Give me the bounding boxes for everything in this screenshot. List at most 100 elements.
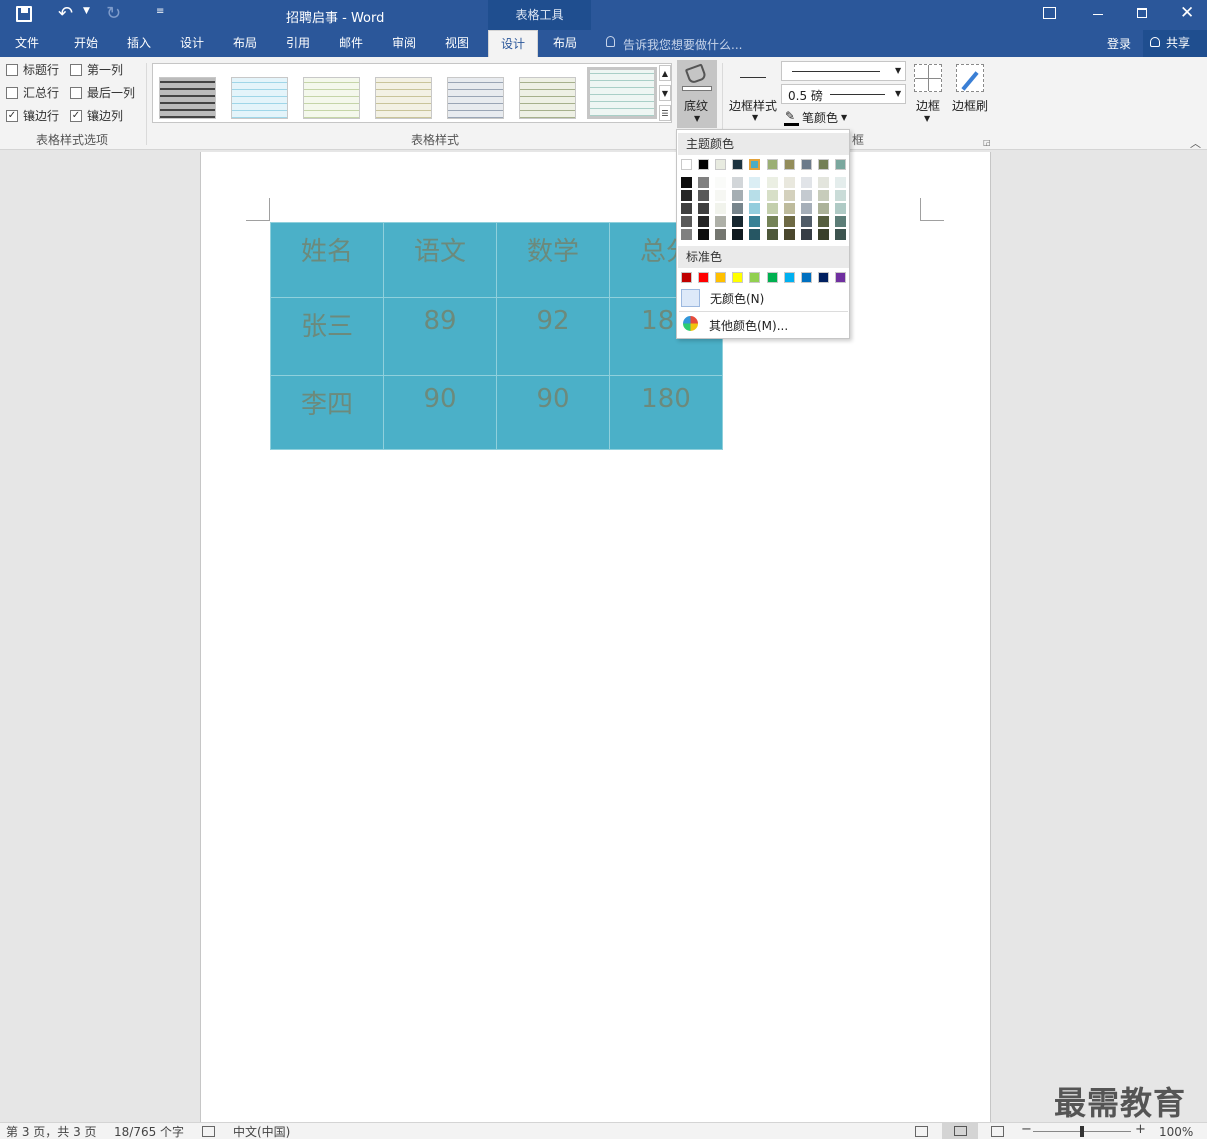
banded-rows-checkbox[interactable]: ✓ 镶边行: [6, 108, 66, 124]
undo-icon[interactable]: ↶: [58, 3, 73, 24]
standard-color-swatch[interactable]: [800, 272, 812, 283]
gallery-scroll-up-icon[interactable]: ▲: [659, 65, 671, 81]
print-layout-icon[interactable]: [942, 1123, 978, 1139]
theme-color-tint[interactable]: [681, 190, 692, 201]
theme-color-tint[interactable]: [732, 216, 744, 227]
theme-color-tint[interactable]: [732, 203, 744, 214]
read-mode-icon[interactable]: [915, 1126, 928, 1137]
table-cell[interactable]: 数学: [496, 222, 610, 298]
theme-color-tint[interactable]: [817, 177, 829, 188]
theme-color-tint[interactable]: [698, 177, 710, 188]
borders-dialog-launcher-icon[interactable]: ◲: [983, 138, 991, 147]
table-cell[interactable]: 姓名: [270, 222, 384, 298]
tab-mailings[interactable]: 邮件: [325, 30, 377, 57]
tab-file[interactable]: 文件: [2, 30, 52, 57]
zoom-level[interactable]: 100%: [1159, 1124, 1193, 1139]
proofing-icon[interactable]: [202, 1126, 215, 1137]
theme-color-swatch[interactable]: [698, 159, 710, 170]
zoom-in-icon[interactable]: +: [1135, 1122, 1146, 1138]
save-icon[interactable]: [16, 6, 32, 22]
tab-home[interactable]: 开始: [60, 30, 112, 57]
table-cell[interactable]: 语文: [383, 222, 497, 298]
theme-color-tint[interactable]: [698, 190, 710, 201]
standard-color-swatch[interactable]: [766, 272, 778, 283]
table-style-thumb[interactable]: [447, 77, 504, 119]
table-cell[interactable]: 90: [383, 375, 497, 450]
theme-color-swatch[interactable]: [766, 159, 778, 170]
zoom-slider-thumb[interactable]: [1080, 1126, 1084, 1137]
theme-color-tint[interactable]: [766, 229, 778, 240]
theme-color-tint[interactable]: [800, 177, 812, 188]
total-row-checkbox[interactable]: 汇总行: [6, 85, 66, 101]
login-link[interactable]: 登录: [1107, 35, 1131, 52]
standard-color-swatch[interactable]: [817, 272, 829, 283]
table-style-thumb-selected[interactable]: [587, 67, 657, 119]
line-weight-select[interactable]: 0.5 磅 ▼: [781, 84, 906, 104]
customize-qat-icon[interactable]: ≡: [156, 6, 164, 17]
table-style-thumb[interactable]: [375, 77, 432, 119]
theme-color-tint[interactable]: [749, 177, 761, 188]
theme-color-tint[interactable]: [783, 229, 795, 240]
web-layout-icon[interactable]: [991, 1126, 1004, 1137]
score-table[interactable]: 姓名 语文 数学 总分 张三 89 92 181 李四 90 90 180: [270, 222, 723, 450]
table-cell[interactable]: 92: [496, 297, 610, 376]
standard-color-swatch[interactable]: [732, 272, 744, 283]
theme-color-tint[interactable]: [783, 190, 795, 201]
theme-color-tint[interactable]: [732, 229, 744, 240]
tab-view[interactable]: 视图: [431, 30, 483, 57]
theme-color-tint[interactable]: [715, 229, 727, 240]
standard-color-swatch[interactable]: [681, 272, 692, 283]
standard-color-swatch[interactable]: [698, 272, 710, 283]
theme-color-tint[interactable]: [749, 190, 761, 201]
theme-color-swatch[interactable]: [783, 159, 795, 170]
borders-button[interactable]: 边框 ▼: [911, 62, 945, 128]
table-cell[interactable]: 89: [383, 297, 497, 376]
theme-color-tint[interactable]: [783, 203, 795, 214]
minimize-icon[interactable]: [1093, 14, 1103, 15]
theme-color-tint[interactable]: [766, 203, 778, 214]
table-cell[interactable]: 180: [609, 375, 723, 450]
standard-color-swatch[interactable]: [715, 272, 727, 283]
gallery-more-icon[interactable]: ☰: [659, 105, 671, 121]
maximize-icon[interactable]: [1137, 8, 1147, 18]
theme-color-tint[interactable]: [834, 203, 846, 214]
standard-color-swatch[interactable]: [749, 272, 761, 283]
banded-columns-checkbox[interactable]: ✓ 镶边列: [70, 108, 140, 124]
page-indicator[interactable]: 第 3 页，共 3 页: [6, 1124, 97, 1139]
tab-references[interactable]: 引用: [272, 30, 324, 57]
theme-color-tint[interactable]: [715, 216, 727, 227]
theme-color-swatch[interactable]: [749, 159, 761, 170]
theme-color-swatch[interactable]: [715, 159, 727, 170]
theme-color-tint[interactable]: [698, 203, 710, 214]
header-row-checkbox[interactable]: 标题行: [6, 62, 66, 78]
table-style-thumb[interactable]: [519, 77, 576, 119]
tab-review[interactable]: 审阅: [378, 30, 430, 57]
theme-color-tint[interactable]: [800, 229, 812, 240]
shading-button[interactable]: 底纹 ▼: [677, 60, 717, 128]
theme-color-tint[interactable]: [749, 216, 761, 227]
line-style-select[interactable]: ▼: [781, 61, 906, 81]
standard-color-swatch[interactable]: [834, 272, 846, 283]
theme-color-tint[interactable]: [698, 229, 710, 240]
theme-color-tint[interactable]: [783, 177, 795, 188]
table-cell[interactable]: 张三: [270, 297, 384, 376]
table-style-thumb[interactable]: [303, 77, 360, 119]
theme-color-tint[interactable]: [715, 203, 727, 214]
theme-color-tint[interactable]: [783, 216, 795, 227]
table-style-thumb[interactable]: [231, 77, 288, 119]
border-painter-button[interactable]: 边框刷: [950, 62, 990, 128]
theme-color-swatch[interactable]: [817, 159, 829, 170]
theme-color-swatch[interactable]: [834, 159, 846, 170]
theme-color-tint[interactable]: [766, 177, 778, 188]
pen-color-button[interactable]: ✎ 笔颜色 ▼: [783, 108, 853, 126]
table-style-thumb[interactable]: [159, 77, 216, 119]
language-indicator[interactable]: 中文(中国): [233, 1124, 290, 1139]
theme-color-tint[interactable]: [749, 203, 761, 214]
theme-color-tint[interactable]: [766, 216, 778, 227]
theme-color-tint[interactable]: [834, 190, 846, 201]
more-colors-option[interactable]: 其他颜色(M)...: [678, 314, 849, 334]
tab-design[interactable]: 设计: [166, 30, 218, 57]
theme-color-tint[interactable]: [834, 177, 846, 188]
undo-dropdown-icon[interactable]: ▼: [83, 6, 90, 16]
tab-layout[interactable]: 布局: [219, 30, 271, 57]
